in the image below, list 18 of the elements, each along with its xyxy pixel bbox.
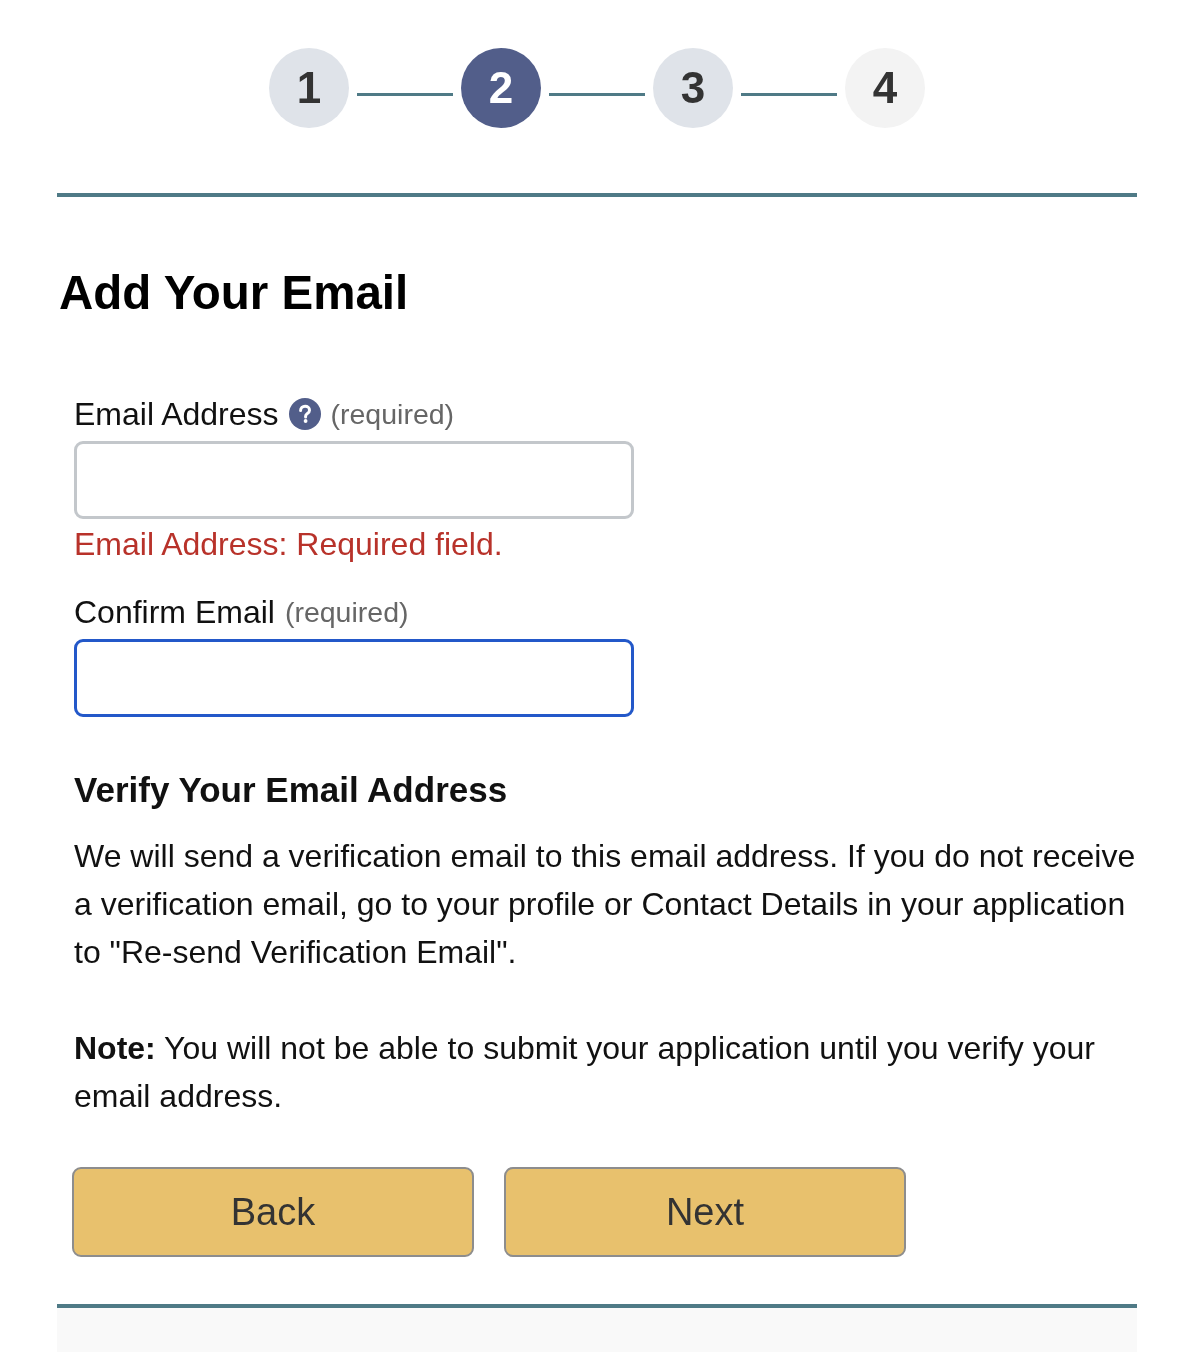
step-number: 2 [461,48,541,128]
section-heading: Verify Your Email Address [74,769,508,811]
step-number: 1 [269,48,349,128]
page-title: Add Your Email [59,265,409,321]
note-paragraph: Note: You will not be able to submit your application until you verify your email address. [74,1029,1096,1116]
error-message: Email Address: Required field. [74,525,503,564]
next-button[interactable]: Next [504,1167,906,1257]
email-input-field[interactable] [74,441,634,519]
back-button[interactable]: Back [72,1167,474,1257]
info-paragraph: We will send a verification email to this email address. If you do not receive a verification email, go to your profile or Contact Details in your application to "Re-send Verification Email". [74,837,1137,972]
email-input-field[interactable] [74,639,634,717]
field-label: Email Address [74,395,279,434]
field-label: Confirm Email [74,593,275,632]
required-hint: (required) [284,595,409,630]
step-number: 4 [845,48,925,128]
step-number: 3 [653,48,733,128]
required-hint: (required) [330,397,455,432]
help-icon[interactable] [288,398,321,430]
